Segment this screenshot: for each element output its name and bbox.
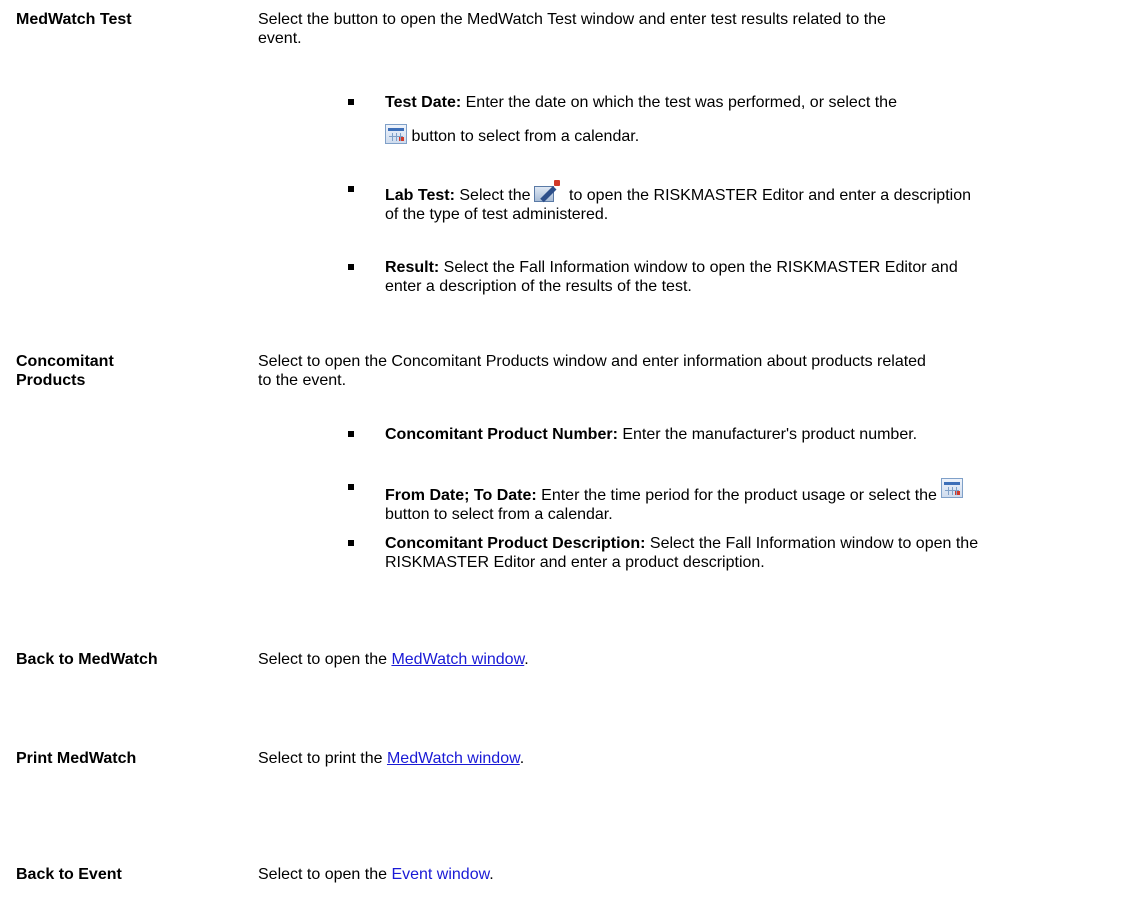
bullet-text-line: button to select from a calendar. [385, 506, 613, 523]
calendar-icon[interactable] [941, 478, 964, 498]
desc-suffix: . [524, 651, 529, 668]
bullet-lab-test: Lab Test: Select the to open the RISKMAS… [385, 180, 1145, 224]
bullet-product-number: Concomitant Product Number: Enter the ma… [385, 425, 1145, 444]
desc-line: Select to open the Concomitant Products … [258, 353, 926, 370]
bullet-marker [348, 484, 354, 490]
bullet-label: Lab Test: [385, 187, 455, 204]
desc-line: Select the button to open the MedWatch T… [258, 11, 886, 28]
desc-prefix: Select to open the [258, 866, 392, 883]
bullet-label: Result: [385, 259, 440, 276]
calendar-icon[interactable] [385, 124, 407, 144]
bullet-text-line: button to select from a calendar. [407, 128, 640, 145]
bullet-text-fragment: Select the [454, 187, 531, 204]
term-concomitant-products: Concomitant Products [16, 352, 114, 390]
term-back-to-medwatch: Back to MedWatch [16, 651, 158, 668]
bullet-marker [348, 99, 354, 105]
term-back-to-event: Back to Event [16, 866, 122, 883]
desc-print-medwatch: Select to print the MedWatch window. [258, 749, 1128, 768]
desc-line: event. [258, 30, 302, 47]
bullet-label: Test Date: [385, 94, 462, 111]
term-medwatch-test: MedWatch Test [16, 11, 132, 28]
bullet-text-line: Select the Fall Information window to op… [439, 259, 958, 276]
bullet-text-line: Enter the date on which the test was per… [461, 94, 897, 111]
medwatch-window-link[interactable]: MedWatch window [391, 651, 524, 668]
bullet-text-line: enter a description of the results of th… [385, 278, 692, 295]
bullet-label: Concomitant Product Number: [385, 426, 618, 443]
desc-medwatch-test: Select the button to open the MedWatch T… [258, 10, 1128, 48]
bullet-marker [348, 186, 354, 192]
bullet-product-description: Concomitant Product Description: Select … [385, 534, 1145, 572]
bullet-text-line: Enter the time period for the product us… [536, 487, 937, 504]
bullet-dates: From Date; To Date: Enter the time perio… [385, 478, 1145, 524]
desc-suffix: . [489, 866, 494, 883]
event-window-link[interactable]: Event window [391, 866, 489, 883]
bullet-text-fragment: to open the RISKMASTER Editor and enter … [564, 187, 971, 204]
editor-icon[interactable] [533, 180, 561, 204]
medwatch-window-link[interactable]: MedWatch window [387, 750, 520, 767]
bullet-marker [348, 431, 354, 437]
desc-back-to-medwatch: Select to open the MedWatch window. [258, 650, 1128, 669]
bullet-result: Result: Select the Fall Information wind… [385, 258, 1145, 296]
desc-back-to-event: Select to open the Event window. [258, 865, 1128, 884]
bullet-text-line: RISKMASTER Editor and enter a product de… [385, 554, 765, 571]
desc-suffix: . [519, 750, 525, 767]
desc-prefix: Select to open the [258, 651, 392, 668]
term-line: Products [16, 372, 86, 389]
term-line: Concomitant [16, 353, 114, 370]
bullet-text-line: Enter the manufacturer's product number. [617, 426, 918, 443]
desc-concomitant-products: Select to open the Concomitant Products … [258, 352, 1128, 390]
bullet-text-line: of the type of test administered. [385, 206, 609, 223]
term-print-medwatch: Print MedWatch [16, 750, 137, 767]
bullet-label: From Date; To Date: [385, 487, 537, 504]
bullet-text-line: Select the Fall Information window to op… [645, 535, 979, 552]
desc-line: to the event. [258, 372, 347, 389]
bullet-label: Concomitant Product Description: [385, 535, 646, 552]
bullet-test-date: Test Date: Enter the date on which the t… [385, 93, 1145, 146]
desc-prefix: Select to print the [258, 750, 387, 767]
bullet-marker [348, 540, 354, 546]
bullet-marker [348, 264, 354, 270]
